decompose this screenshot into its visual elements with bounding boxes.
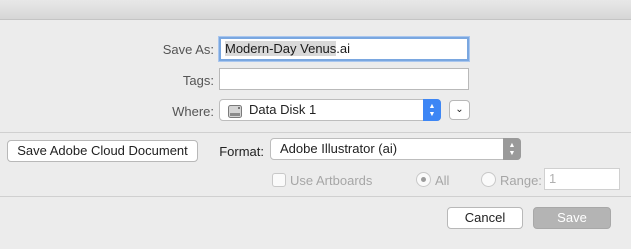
filename-extension: .ai	[336, 41, 351, 56]
format-popup[interactable]: Adobe Illustrator (ai) ▲ ▼	[270, 138, 521, 160]
format-label: Format:	[219, 144, 264, 159]
tags-field[interactable]	[219, 68, 469, 90]
use-artboards-checkbox[interactable]	[272, 173, 286, 187]
filename-base: Modern-Day Venus	[225, 41, 337, 56]
where-popup[interactable]: Data Disk 1 ▲ ▼	[219, 99, 441, 121]
save-cloud-document-button[interactable]: Save Adobe Cloud Document	[7, 140, 198, 162]
separator	[0, 196, 631, 197]
cancel-button[interactable]: Cancel	[447, 207, 523, 229]
tags-label: Tags:	[182, 73, 214, 88]
where-label: Where:	[172, 104, 214, 119]
range-label: Range:	[500, 173, 542, 188]
save-as-label: Save As:	[162, 42, 214, 57]
separator	[0, 132, 631, 133]
all-label: All	[435, 173, 450, 188]
use-artboards-label: Use Artboards	[290, 173, 373, 188]
expand-browser-button[interactable]: ⌄	[449, 100, 470, 120]
save-as-field[interactable]: Modern-Day Venus.ai	[219, 37, 469, 61]
range-radio[interactable]	[481, 172, 496, 187]
where-value: Data Disk 1	[249, 102, 317, 117]
range-input[interactable]: 1	[544, 168, 620, 190]
chevron-down-icon: ⌄	[455, 104, 464, 115]
save-button[interactable]: Save	[533, 207, 611, 229]
dialog-titlebar	[0, 0, 631, 20]
all-radio[interactable]	[416, 172, 431, 187]
popup-arrows-icon: ▲ ▼	[423, 99, 441, 121]
popup-arrows-icon: ▲ ▼	[503, 138, 521, 160]
format-value: Adobe Illustrator (ai)	[280, 141, 398, 156]
disk-icon	[228, 104, 242, 118]
